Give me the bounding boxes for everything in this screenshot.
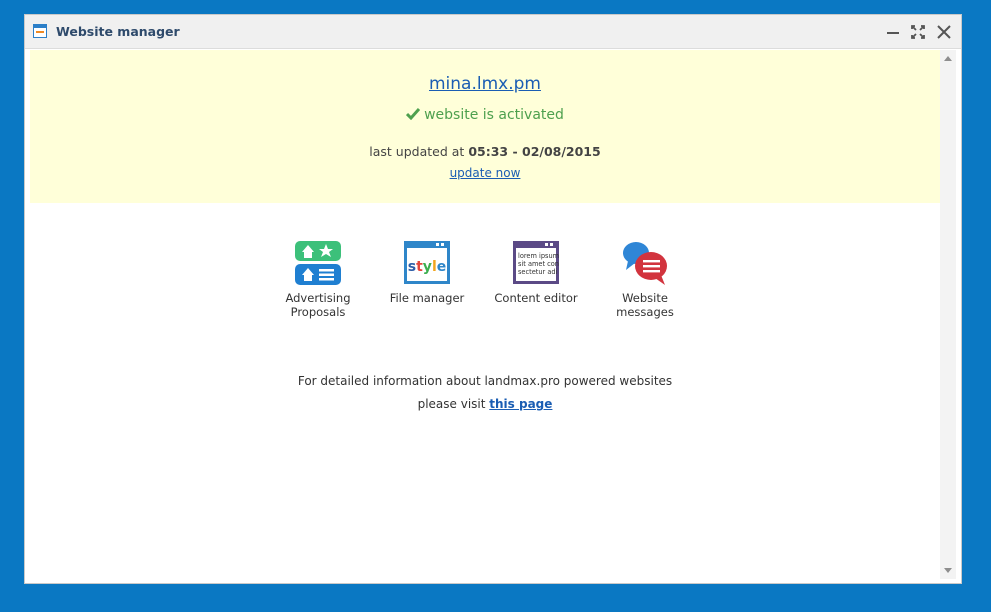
tool-advertising-proposals[interactable]: Advertising Proposals bbox=[268, 240, 368, 319]
svg-text:sectetur adi: sectetur adi bbox=[518, 268, 558, 276]
advertising-proposals-icon bbox=[294, 240, 342, 286]
title-bar[interactable]: Website manager bbox=[25, 15, 961, 49]
minimize-icon[interactable] bbox=[885, 24, 901, 40]
main-content: mina.lmx.pm website is activated last up… bbox=[30, 50, 940, 579]
this-page-link[interactable]: this page bbox=[489, 397, 552, 411]
scroll-up-arrow-icon[interactable] bbox=[944, 56, 952, 61]
info-line-2: please visit this page bbox=[30, 393, 940, 416]
scroll-down-arrow-icon[interactable] bbox=[944, 568, 952, 573]
info-line: For detailed information about landmax.p… bbox=[297, 374, 673, 388]
svg-text:sit amet con: sit amet con bbox=[518, 260, 559, 268]
maximize-icon[interactable] bbox=[910, 24, 926, 40]
svg-text:style: style bbox=[408, 259, 447, 275]
file-manager-icon: style bbox=[403, 240, 451, 286]
last-updated-time: 05:33 - 02/08/2015 bbox=[468, 144, 601, 159]
info-visit-prefix: please visit bbox=[417, 397, 486, 411]
vertical-scrollbar[interactable] bbox=[940, 50, 956, 579]
website-manager-window: Website manager mina.lmx.pm website is a… bbox=[24, 14, 962, 584]
tool-content-editor[interactable]: lorem ipsum sit amet con sectetur adi Co… bbox=[486, 240, 586, 305]
tool-label: Website messages bbox=[616, 291, 674, 319]
info-text: For detailed information about landmax.p… bbox=[30, 370, 940, 416]
website-manager-icon bbox=[33, 24, 47, 38]
site-link[interactable]: mina.lmx.pm bbox=[30, 74, 940, 94]
website-messages-icon bbox=[621, 240, 669, 286]
update-now-link[interactable]: update now bbox=[30, 166, 940, 180]
last-updated-label: last updated at bbox=[369, 144, 465, 159]
tool-website-messages[interactable]: Website messages bbox=[595, 240, 695, 319]
tool-label: Content editor bbox=[494, 291, 578, 305]
status-panel: mina.lmx.pm website is activated last up… bbox=[30, 50, 940, 203]
close-icon[interactable] bbox=[936, 24, 952, 40]
last-updated: last updated at 05:33 - 02/08/2015 bbox=[30, 144, 940, 159]
check-icon bbox=[406, 108, 421, 124]
tool-file-manager[interactable]: style File manager bbox=[377, 240, 477, 305]
window-title: Website manager bbox=[56, 24, 180, 39]
activation-status: website is activated bbox=[30, 107, 940, 124]
svg-text:lorem ipsum: lorem ipsum bbox=[518, 252, 559, 260]
activation-text: website is activated bbox=[424, 107, 564, 123]
tool-label: Advertising Proposals bbox=[285, 291, 351, 319]
tool-label: File manager bbox=[389, 291, 465, 305]
content-editor-icon: lorem ipsum sit amet con sectetur adi bbox=[512, 240, 560, 286]
